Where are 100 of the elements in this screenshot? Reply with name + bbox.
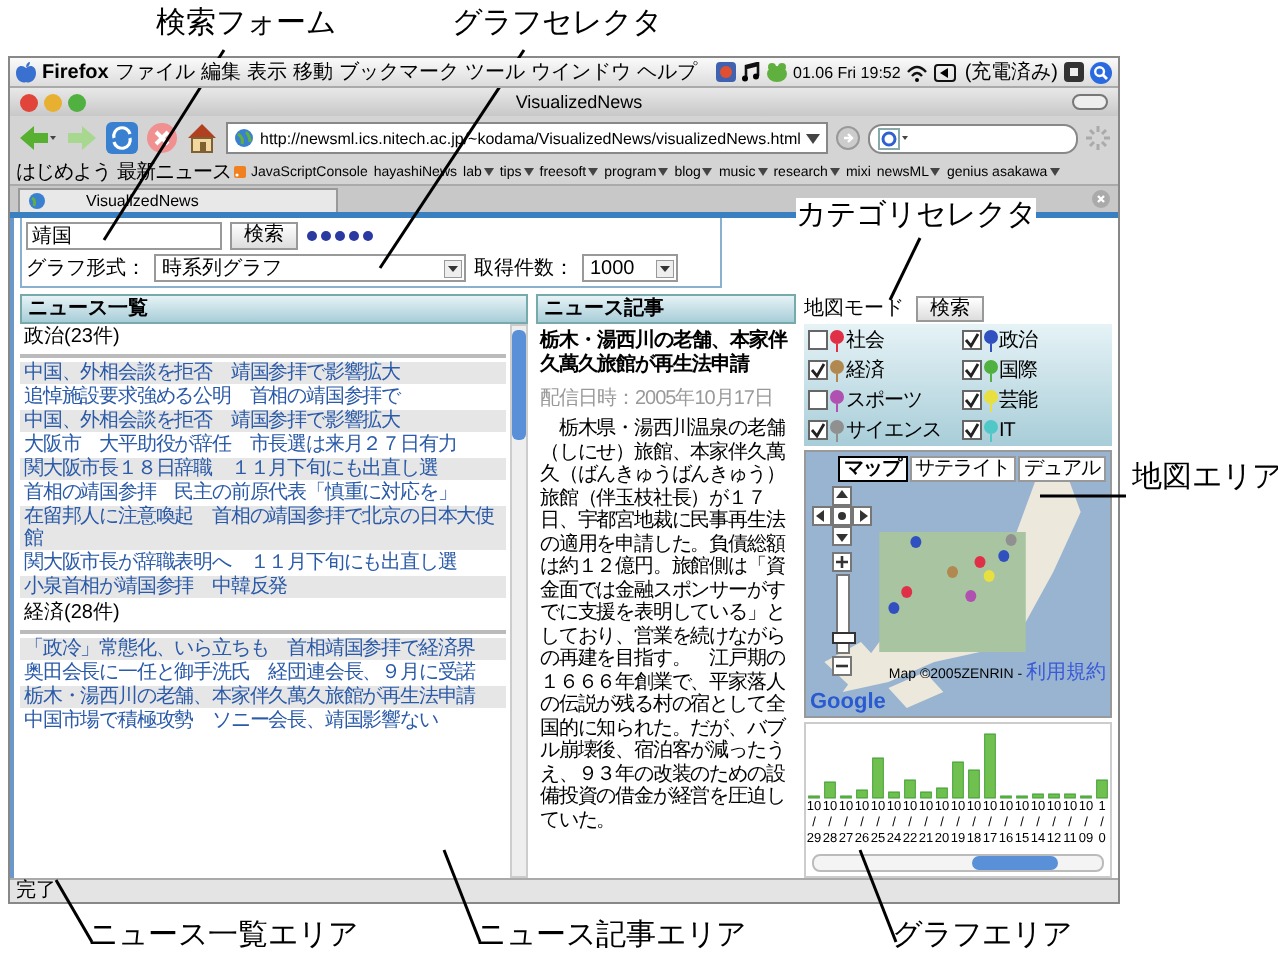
map-mode-label: 地図モード	[804, 295, 904, 322]
pan-left-button[interactable]	[812, 506, 832, 526]
news-link[interactable]: 関大阪市長１８日辞職 １１月下旬にも出直し選	[20, 458, 506, 480]
toolbar-toggle-button[interactable]	[1072, 94, 1108, 110]
graph-type-label: グラフ形式：	[26, 255, 146, 282]
slider-thumb[interactable]	[831, 632, 855, 645]
scrollbar[interactable]	[812, 854, 1104, 872]
menu-item[interactable]: ファイル	[114, 58, 195, 86]
pan-reset-button[interactable]	[832, 506, 852, 526]
checkbox[interactable]	[808, 330, 828, 350]
news-link[interactable]: 首相の靖国参拝 民主の前原代表「慎重に対応を」	[20, 482, 506, 504]
news-link[interactable]: 大阪市 大平助役が辞任 市長選は来月２７日有力	[20, 434, 506, 456]
article-body: 栃木県・湯西川温泉の老舗（しにせ）旅館、本家伴久萬久（ばんきゅうばんきゅう）旅館（伴玉枝社長）が１７日、宇都宮地裁に民事再生法の適用を申請した。負債総額は約１２億円。旅館側は「資金面では金融スポンサーがすでに支援を表明している」としており、営業を続けながらの再建を目指す。 江戸期の１６６６年創業で、平家落人の伝説が残る村の宿として全国的に知られた。だが、バブル崩壊後、宿泊客が減ったうえ、９３年の改装のための設備投資の借金が経営を圧迫していた。	[538, 416, 788, 834]
news-link[interactable]: 中国、外相会談を拒否 靖国参拝で影響拡大	[20, 410, 506, 432]
caret-icon	[930, 168, 941, 176]
globe-icon	[28, 191, 46, 209]
menu-item[interactable]: ヘルプ	[636, 58, 697, 86]
bookmark[interactable]: はじめよう	[16, 158, 111, 186]
checkbox[interactable]	[961, 360, 981, 380]
graph-type-dropdown[interactable]: 時系列グラフ	[154, 254, 466, 282]
callout-label: グラフセレクタ	[452, 6, 662, 42]
caret-icon	[523, 168, 534, 176]
checkbox[interactable]	[808, 360, 828, 380]
callout-label: ニュース一覧エリア	[88, 918, 358, 954]
checkbox[interactable]	[808, 390, 828, 410]
search-button[interactable]: 検索	[916, 295, 984, 321]
news-link[interactable]: 関大阪市長が辞職表明へ １１月下旬にも出直し選	[20, 552, 506, 574]
search-engine-icon[interactable]	[878, 127, 910, 149]
news-link[interactable]: 栃木・湯西川の老舗、本家伴久萬久旅館が再生法申請	[20, 686, 506, 708]
checkbox[interactable]	[808, 420, 828, 440]
home-button[interactable]	[186, 122, 218, 154]
wifi-icon[interactable]	[906, 63, 929, 81]
web-search-field[interactable]	[868, 123, 1078, 153]
search-button[interactable]: 検索	[230, 222, 298, 250]
map-type-tab[interactable]: マップ	[838, 456, 907, 482]
map-type-tab[interactable]: サテライト	[909, 456, 1016, 482]
pan-right-button[interactable]	[852, 506, 872, 526]
category-label: スポーツ	[846, 388, 922, 414]
category-heading: 政治(23件)	[20, 324, 506, 358]
news-link[interactable]: 小泉首相が靖国参拝 中韓反発	[20, 576, 506, 598]
zoom-out-button[interactable]	[832, 656, 852, 676]
dot-icon	[836, 510, 848, 522]
caret-icon	[483, 168, 494, 176]
menu-item[interactable]: Firefox	[42, 61, 109, 83]
menu-item[interactable]: ツール	[464, 58, 525, 86]
news-link[interactable]: 奥田会長に一任と御手洗氏 経団連会長、９月に受諾	[20, 662, 506, 684]
throbber-icon	[1086, 126, 1110, 150]
leader-line	[888, 237, 922, 301]
pan-down-button[interactable]	[832, 526, 852, 546]
checkbox[interactable]	[961, 390, 981, 410]
category-label: 政治	[999, 328, 1037, 354]
news-link[interactable]: 中国市場で積極攻勢 ソニー会長、靖国影響ない	[20, 710, 506, 732]
arrow-right-icon	[856, 510, 868, 522]
apple-icon[interactable]	[16, 61, 36, 83]
arrow-down-icon	[836, 530, 848, 542]
scrollbar[interactable]	[510, 324, 528, 878]
stop-button[interactable]	[146, 122, 178, 154]
menu-item[interactable]: 移動	[292, 58, 333, 86]
go-button[interactable]	[836, 126, 860, 150]
dropdown-icon	[656, 259, 674, 277]
arrow-up-icon	[836, 490, 848, 502]
pan-up-button[interactable]	[832, 486, 852, 506]
menu-item[interactable]: 編集	[200, 58, 241, 86]
caret-icon	[829, 168, 840, 176]
article-title: 栃木・湯西川の老舗、本家伴久萬久旅館が再生法申請	[537, 326, 790, 380]
caret-icon	[1049, 168, 1060, 176]
clock-text[interactable]: 01.06 Fri 19:52	[793, 63, 901, 81]
news-link[interactable]: 中国、外相会談を拒否 靖国参拝で影響拡大	[20, 362, 506, 384]
menu-item[interactable]: ブックマーク	[338, 58, 459, 86]
music-note-icon[interactable]	[741, 62, 760, 82]
caret-icon	[588, 168, 599, 176]
app-icon[interactable]	[715, 62, 736, 82]
checkbox[interactable]	[961, 420, 981, 440]
minus-icon	[836, 660, 848, 672]
leader-line	[858, 849, 898, 943]
count-dropdown[interactable]: 1000	[582, 254, 678, 282]
dropdown-icon[interactable]	[806, 133, 820, 143]
reload-button[interactable]	[106, 122, 138, 154]
zoom-in-button[interactable]	[832, 552, 852, 572]
caret-icon	[658, 168, 669, 176]
checkbox[interactable]	[961, 330, 981, 350]
close-button[interactable]	[20, 93, 38, 111]
leader-line	[1040, 494, 1126, 498]
news-link[interactable]: 「政冷」常態化、いら立ちも 首相靖国参拝で経済界	[20, 638, 506, 660]
panel-header: ニュース一覧	[20, 294, 528, 324]
map-type-tab[interactable]: デュアル	[1018, 456, 1106, 482]
category-label: サイエンス	[846, 418, 941, 444]
app-icon[interactable]	[1064, 62, 1084, 82]
feed-icon	[233, 166, 245, 178]
search-icon[interactable]	[1090, 61, 1112, 83]
news-link[interactable]: 追悼施設要求強める公明 首相の靖国参拝で	[20, 386, 506, 408]
search-field[interactable]: 靖国	[26, 222, 222, 250]
plus-icon	[836, 556, 848, 568]
menu-item[interactable]: ウインドウ	[530, 58, 631, 86]
category-heading: 経済(28件)	[20, 600, 506, 634]
menu-item[interactable]: 表示	[246, 58, 287, 86]
battery-status[interactable]: (充電済み)	[964, 58, 1058, 86]
leader-line	[54, 879, 94, 943]
news-link[interactable]: 在留邦人に注意喚起 首相の靖国参拝で北京の日本大使館	[20, 506, 506, 550]
panel-header: ニュース記事	[536, 294, 796, 324]
